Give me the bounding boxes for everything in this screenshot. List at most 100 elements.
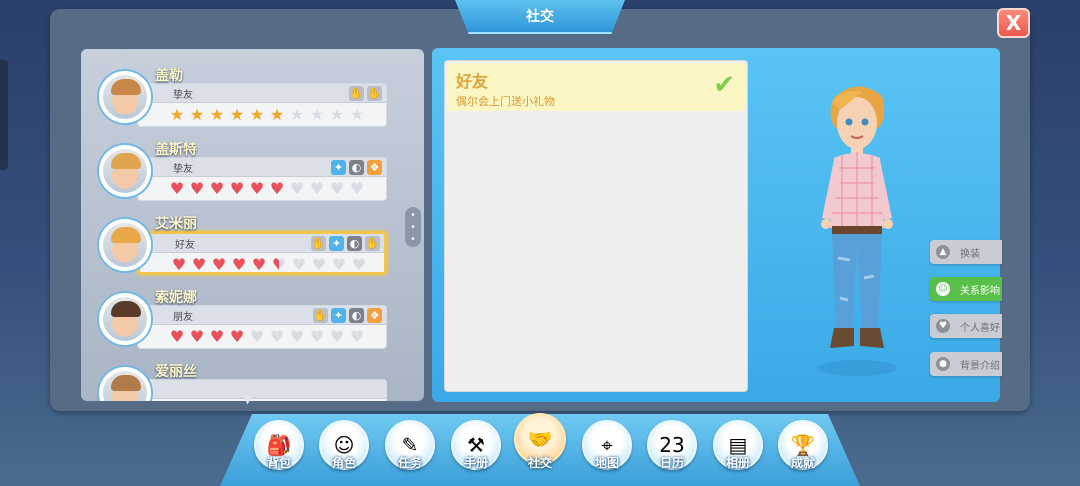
relation-bar: 挚友 ✋ ✋ ★ ★ ★ ★ ★ ★ ★ ★ ★ ★ bbox=[137, 83, 387, 127]
side-tab-label: 背景介绍 bbox=[960, 360, 1000, 372]
status-icons: ✋ ✦ ◐ ✋ bbox=[311, 236, 380, 251]
hand-icon: ✋ bbox=[349, 86, 364, 101]
heart-icon: ♥ bbox=[169, 179, 185, 198]
star-icon: ★ bbox=[289, 105, 305, 124]
heart-icon: ♥ bbox=[331, 255, 347, 274]
nav-label: 背包 bbox=[266, 456, 291, 470]
hand-icon: ✋ bbox=[367, 86, 382, 101]
relation-label: 好友 bbox=[175, 240, 195, 251]
detail-panel: 好友 偶尔会上门送小礼物 ✔ ▲ 换装 ☺ 关系影响 ♥ 个人喜好 ● 背景介绍 bbox=[432, 48, 1002, 402]
chat-icon: ◐ bbox=[349, 160, 364, 175]
star-icon: ★ bbox=[329, 105, 345, 124]
nav-label: 日历 bbox=[659, 456, 684, 470]
heart-icon: ♥ bbox=[269, 179, 285, 198]
heart-icon: ♥ bbox=[269, 327, 285, 346]
character-row[interactable]: 好友 ✋ ✦ ◐ ✋ ♥ ♥ ♥ ♥ ♥ ♥ ♥ ♥ ♥ ♥ 艾米丽 bbox=[97, 216, 413, 281]
heart-icon: ♥ bbox=[229, 179, 245, 198]
gift-icon: ❖ bbox=[367, 308, 382, 323]
status-icons: ✋ ✋ bbox=[349, 86, 382, 101]
chat-icon: ◐ bbox=[347, 236, 362, 251]
relation-line: 挚友 ✦ ◐ ❖ bbox=[138, 158, 386, 177]
side-tab-smile[interactable]: ☺ 关系影响 bbox=[930, 277, 1002, 301]
relation-line: 好友 ✋ ✦ ◐ ✋ bbox=[140, 234, 384, 253]
affection-points: ★ ★ ★ ★ ★ ★ ★ ★ ★ ★ bbox=[168, 105, 366, 125]
star-icon: ★ bbox=[249, 105, 265, 124]
heart-icon: ♥ bbox=[271, 255, 287, 274]
relation-line: 挚友 ✋ ✋ bbox=[138, 84, 386, 103]
hand-icon: ✋ bbox=[311, 236, 326, 251]
chat-icon: ◐ bbox=[349, 308, 364, 323]
heart-icon: ♥ bbox=[231, 255, 247, 274]
relation-label: 挚友 bbox=[173, 164, 193, 175]
heart-icon: ♥ bbox=[169, 327, 185, 346]
side-tab-person[interactable]: ● 背景介绍 bbox=[930, 352, 1002, 376]
heart-icon: ♥ bbox=[249, 179, 265, 198]
relation-bar: ♥♥♥♥♥♥♥♥♥♥ bbox=[137, 379, 387, 401]
status-icons: ✋ ✦ ◐ ❖ bbox=[313, 308, 382, 323]
nav-label: 角色 bbox=[331, 456, 356, 470]
star-icon: ★ bbox=[269, 105, 285, 124]
heart-icon: ♥ bbox=[309, 179, 325, 198]
relation-bar: 好友 ✋ ✦ ◐ ✋ ♥ ♥ ♥ ♥ ♥ ♥ ♥ ♥ ♥ ♥ bbox=[137, 231, 387, 275]
avatar bbox=[99, 367, 151, 401]
heart-icon: ♥ bbox=[191, 255, 207, 274]
star-icon: ★ bbox=[169, 105, 185, 124]
hand-icon: ✋ bbox=[313, 308, 328, 323]
scroll-down-arrow-icon[interactable]: ▼ bbox=[243, 392, 252, 406]
relation-line: 朋友 ✋ ✦ ◐ ❖ bbox=[138, 306, 386, 325]
character-portrait bbox=[817, 86, 897, 376]
heart-icon: ♥ bbox=[289, 327, 305, 346]
character-row[interactable]: 挚友 ✋ ✋ ★ ★ ★ ★ ★ ★ ★ ★ ★ ★ 盖勒 bbox=[97, 68, 413, 133]
side-tab-shirt[interactable]: ▲ 换装 bbox=[930, 240, 1002, 264]
list-resize-handle[interactable]: • • • bbox=[405, 207, 421, 247]
star-icon: ★ bbox=[229, 105, 245, 124]
relation-label: 朋友 bbox=[173, 312, 193, 323]
smile-icon: ☺ bbox=[936, 282, 950, 296]
avatar bbox=[99, 293, 151, 345]
close-button[interactable]: X bbox=[997, 8, 1030, 38]
handshake-icon: 🤝 bbox=[527, 427, 553, 451]
nav-label: 相册 bbox=[725, 456, 750, 470]
person-icon: ● bbox=[936, 357, 950, 371]
heart-icon: ♥ bbox=[329, 327, 345, 346]
heart-icon: ♥ bbox=[289, 179, 305, 198]
star-icon: ★ bbox=[349, 105, 365, 124]
nav-label: 手册 bbox=[463, 456, 488, 470]
side-tab-heart[interactable]: ♥ 个人喜好 bbox=[930, 314, 1002, 338]
character-row[interactable]: 挚友 ✦ ◐ ❖ ♥ ♥ ♥ ♥ ♥ ♥ ♥ ♥ ♥ ♥ 盖斯特 bbox=[97, 142, 413, 207]
heart-icon: ♥ bbox=[209, 327, 225, 346]
character-list[interactable]: 挚友 ✋ ✋ ★ ★ ★ ★ ★ ★ ★ ★ ★ ★ 盖勒 挚友 ✦ ◐ ❖ ♥ ♥ ♥ ♥ ♥ ♥ ♥ ♥ ♥ ♥ 盖斯特 好友 ✋ ✦ ◐ ✋… bbox=[81, 49, 424, 401]
relation-bar: 挚友 ✦ ◐ ❖ ♥ ♥ ♥ ♥ ♥ ♥ ♥ ♥ ♥ ♥ bbox=[137, 157, 387, 201]
butterfly-icon: ✦ bbox=[329, 236, 344, 251]
affection-points: ♥ ♥ ♥ ♥ ♥ ♥ ♥ ♥ ♥ ♥ bbox=[168, 327, 366, 347]
heart-icon: ♥ bbox=[349, 179, 365, 198]
character-row[interactable]: 朋友 ✋ ✦ ◐ ❖ ♥ ♥ ♥ ♥ ♥ ♥ ♥ ♥ ♥ ♥ 索妮娜 bbox=[97, 290, 413, 355]
character-row[interactable]: ♥♥♥♥♥♥♥♥♥♥爱丽丝 bbox=[97, 364, 413, 401]
avatar bbox=[99, 145, 151, 197]
character-name: 爱丽丝 bbox=[155, 364, 197, 380]
relation-bar: 朋友 ✋ ✦ ◐ ❖ ♥ ♥ ♥ ♥ ♥ ♥ ♥ ♥ ♥ ♥ bbox=[137, 305, 387, 349]
avatar bbox=[99, 71, 151, 123]
star-icon: ★ bbox=[189, 105, 205, 124]
relation-line bbox=[138, 380, 386, 399]
nav-label: 任务 bbox=[397, 456, 422, 470]
relation-info-card: 好友 偶尔会上门送小礼物 ✔ bbox=[444, 60, 748, 392]
status-icons: ✦ ◐ ❖ bbox=[331, 160, 382, 175]
heart-icon: ♥ bbox=[189, 327, 205, 346]
heart-icon: ♥ bbox=[251, 255, 267, 274]
heart-icon: ♥ bbox=[249, 327, 265, 346]
left-edge-tab bbox=[0, 60, 8, 170]
character-name: 索妮娜 bbox=[155, 290, 197, 306]
window-title: 社交 bbox=[455, 0, 625, 34]
affection-points: ♥ ♥ ♥ ♥ ♥ ♥ ♥ ♥ ♥ ♥ bbox=[170, 255, 368, 275]
side-tab-label: 换装 bbox=[960, 248, 980, 260]
nav-label: 社交 bbox=[527, 456, 552, 470]
heart-icon: ♥ bbox=[329, 179, 345, 198]
heart-icon: ♥ bbox=[349, 327, 365, 346]
hand-icon: ✋ bbox=[365, 236, 380, 251]
heart-icon: ♥ bbox=[311, 255, 327, 274]
relation-description: 偶尔会上门送小礼物 bbox=[456, 95, 555, 108]
heart-icon: ♥ bbox=[309, 327, 325, 346]
heart-icon: ♥ bbox=[229, 327, 245, 346]
butterfly-icon: ✦ bbox=[331, 160, 346, 175]
